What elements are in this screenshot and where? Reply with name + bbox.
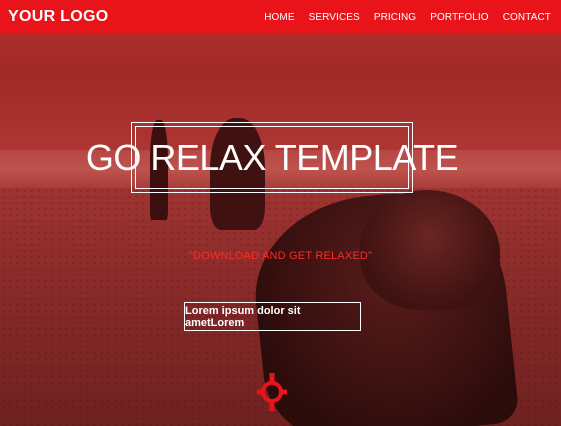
nav-link-home[interactable]: HOME [264,12,294,23]
nav-link-pricing[interactable]: PRICING [374,12,416,23]
hero-tagline: "DOWNLOAD AND GET RELAXED" [188,250,373,262]
hero-title: GO RELAX TEMPLATE [85,136,459,178]
main-nav: HOME SERVICES PRICING PORTFOLIO CONTACT [264,12,551,23]
nav-link-services[interactable]: SERVICES [309,12,360,23]
top-navbar: YOUR LOGO HOME SERVICES PRICING PORTFOLI… [0,0,561,34]
nav-link-portfolio[interactable]: PORTFOLIO [430,12,489,23]
nav-link-contact[interactable]: CONTACT [503,12,551,23]
hero-section: YOUR LOGO HOME SERVICES PRICING PORTFOLI… [0,0,561,426]
site-logo[interactable]: YOUR LOGO [8,8,108,26]
hero-cta-button[interactable]: Lorem ipsum dolor sit ametLorem [184,302,361,331]
hero-title-frame: GO RELAX TEMPLATE [86,122,459,193]
crosshair-icon[interactable] [257,371,287,413]
